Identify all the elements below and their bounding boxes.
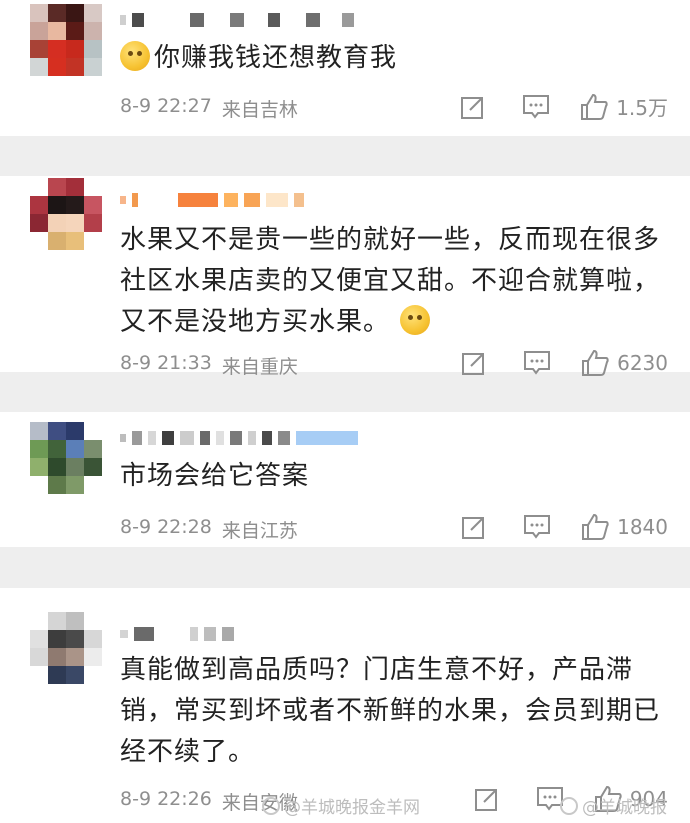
- thumbs-up-icon: [582, 349, 609, 376]
- comment-card: 市场会给它答案 8-9 22:28 来自江苏 1840: [0, 412, 690, 547]
- reply-button[interactable]: [523, 350, 551, 376]
- thinking-face-icon: [400, 305, 431, 335]
- like-count: 6230: [617, 351, 668, 375]
- comment-actions: 6230: [461, 349, 668, 377]
- reply-button[interactable]: [522, 94, 550, 120]
- comment-meta: 8-9 22:28 来自江苏: [120, 516, 298, 543]
- thumbs-up-icon: [582, 513, 609, 540]
- comment-location: 来自重庆: [221, 356, 298, 378]
- comment-date: 8-9 22:27: [120, 95, 212, 117]
- like-count: 1.5万: [616, 96, 668, 120]
- repost-button[interactable]: [461, 514, 487, 540]
- comment-icon: [524, 515, 551, 539]
- comment-icon: [524, 351, 551, 375]
- weibo-logo-icon: [262, 796, 280, 815]
- repost-button[interactable]: [461, 350, 487, 376]
- comment-card: 你赚我钱还想教育我 8-9 22:27 来自吉林 1.5万: [0, 0, 690, 136]
- comment-actions: 1.5万: [460, 92, 668, 121]
- comment-feed: 你赚我钱还想教育我 8-9 22:27 来自吉林 1.5万 水果又不是贵一些的就…: [0, 0, 690, 823]
- username-blurred[interactable]: [120, 424, 358, 452]
- like-button[interactable]: 1840: [581, 513, 668, 541]
- crying-face-icon: [120, 41, 150, 71]
- comment-location: 来自江苏: [221, 520, 298, 542]
- comment-card: 水果又不是贵一些的就好一些，反而现在很多社区水果店卖的又便宜又甜。不迎合就算啦，…: [0, 176, 690, 378]
- repost-button[interactable]: [474, 786, 500, 812]
- reply-button[interactable]: [523, 514, 551, 540]
- username-blurred[interactable]: [120, 186, 304, 214]
- watermark-left: @羊城晚报金羊网: [262, 793, 420, 818]
- like-button[interactable]: 6230: [581, 349, 668, 377]
- avatar[interactable]: [30, 612, 102, 684]
- comment-text: 真能做到高品质吗？门店生意不好，产品滞销，常买到坏或者不新鲜的水果，会员到期已经…: [120, 655, 661, 767]
- edit-icon: [462, 353, 485, 375]
- comment-card: 真能做到高品质吗？门店生意不好，产品滞销，常买到坏或者不新鲜的水果，会员到期已经…: [0, 588, 690, 823]
- comment-date: 8-9 22:26: [120, 788, 212, 810]
- repost-button[interactable]: [460, 94, 486, 120]
- comment-date: 8-9 22:28: [120, 516, 212, 538]
- comment-meta: 8-9 21:33 来自重庆: [120, 352, 298, 379]
- like-count: 1840: [617, 515, 668, 539]
- weibo-logo-icon: [560, 796, 578, 815]
- comment-text: 市场会给它答案: [120, 461, 310, 491]
- comment-actions: 1840: [461, 513, 668, 541]
- edit-icon: [474, 789, 497, 811]
- watermark-right: @羊城晚报: [560, 793, 667, 818]
- comment-meta: 8-9 22:27 来自吉林: [120, 95, 298, 122]
- comment-text: 你赚我钱还想教育我: [120, 38, 660, 79]
- username-blurred[interactable]: [120, 6, 354, 34]
- avatar[interactable]: [30, 422, 102, 494]
- edit-icon: [462, 517, 485, 539]
- comment-date: 8-9 21:33: [120, 352, 212, 374]
- avatar[interactable]: [30, 4, 102, 76]
- edit-icon: [461, 96, 484, 119]
- comment-text: 水果又不是贵一些的就好一些，反而现在很多社区水果店卖的又便宜又甜。不迎合就算啦，…: [120, 225, 661, 337]
- avatar[interactable]: [30, 178, 102, 250]
- like-button[interactable]: 1.5万: [580, 92, 668, 121]
- comment-location: 来自吉林: [221, 99, 298, 121]
- thumbs-up-icon: [581, 93, 608, 120]
- comment-icon: [523, 94, 550, 119]
- username-blurred[interactable]: [120, 620, 234, 648]
